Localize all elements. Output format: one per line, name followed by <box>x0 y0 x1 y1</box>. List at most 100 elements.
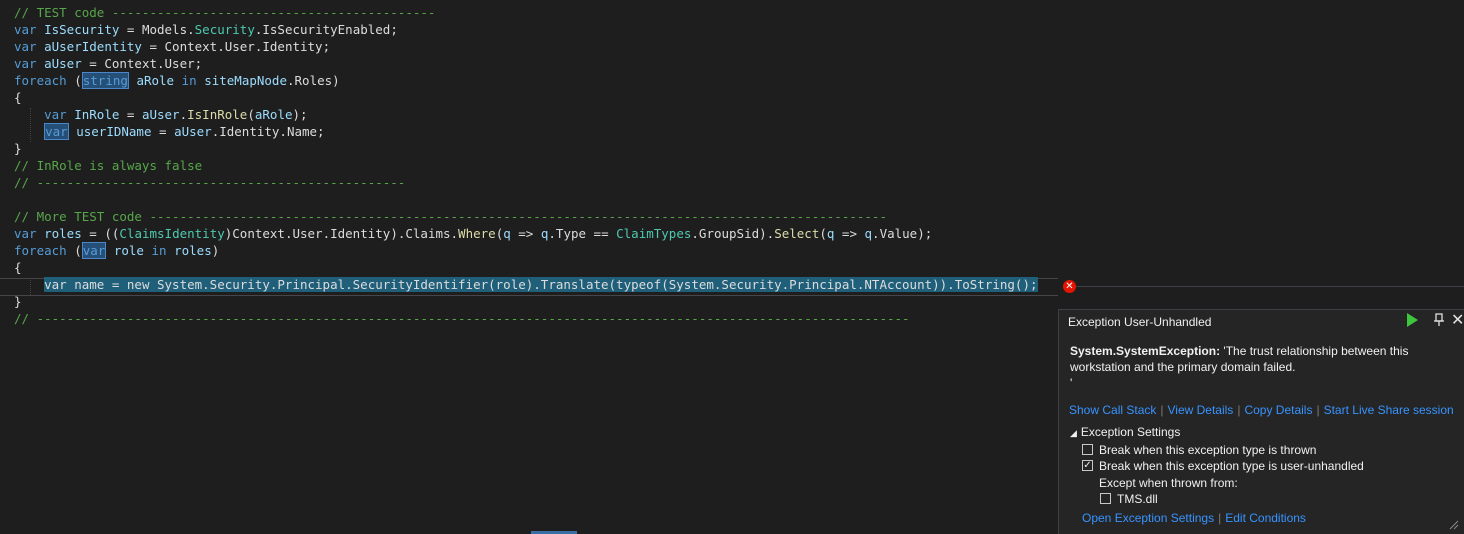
code-token: aUser <box>44 56 82 71</box>
code-token: .GroupSid). <box>691 226 775 241</box>
start-live-share-link[interactable]: Start Live Share session <box>1324 403 1454 417</box>
code-token: } <box>14 141 22 156</box>
code-token: .Type == <box>548 226 617 241</box>
resize-grip-icon[interactable] <box>1447 518 1459 530</box>
open-exception-settings-link[interactable]: Open Exception Settings <box>1082 511 1214 525</box>
code-line: var userIDName = aUser.Identity.Name; <box>14 123 325 140</box>
code-token: Select <box>774 226 820 241</box>
code-token: ( <box>247 107 255 122</box>
code-token: . <box>179 107 188 122</box>
code-token: // -------------------------------------… <box>14 311 910 326</box>
code-token: var <box>44 107 67 122</box>
code-token: ClaimsIdentity <box>119 226 225 241</box>
code-token: InRole <box>74 107 120 122</box>
code-token: q <box>864 226 873 241</box>
code-token: aUser <box>174 124 212 139</box>
code-token: aRole <box>136 73 175 88</box>
code-token: var <box>14 22 37 37</box>
break-thrown-checkbox[interactable] <box>1082 444 1093 455</box>
code-token: roles <box>174 243 212 258</box>
break-thrown-label: Break when this exception type is thrown <box>1099 443 1317 457</box>
code-token: aRole <box>254 107 293 122</box>
code-token: } <box>14 294 22 309</box>
code-token: foreach <box>14 243 67 258</box>
code-line: } <box>14 140 22 157</box>
exception-links: Show Call Stack | View Details | Copy Detail… <box>1069 403 1454 417</box>
continue-icon[interactable] <box>1407 313 1418 327</box>
error-connector-line <box>1076 286 1464 287</box>
exception-message: System.SystemException: 'The trust relat… <box>1070 343 1440 391</box>
code-token: roles <box>44 226 82 241</box>
code-token: ( <box>819 226 827 241</box>
code-line: // InRole is always false <box>14 157 202 174</box>
except-when-label: Except when thrown from: <box>1099 476 1238 490</box>
code-token: siteMapNode <box>204 73 287 88</box>
code-token: // TEST code ---------------------------… <box>14 5 436 20</box>
exception-type: System.SystemException: <box>1070 344 1221 358</box>
view-details-link[interactable]: View Details <box>1168 403 1234 417</box>
code-line: var IsSecurity = Models.Security.IsSecur… <box>14 21 398 38</box>
exception-helper-panel: Exception User-Unhandled ✕ System.System… <box>1058 309 1464 534</box>
code-token: role <box>113 243 144 258</box>
exception-settings-label: Exception Settings <box>1080 425 1181 439</box>
break-unhandled-label: Break when this exception type is user-u… <box>1099 459 1364 473</box>
code-token: = <box>151 124 175 139</box>
code-token: Where <box>458 226 496 241</box>
exception-settings-header[interactable]: ◢ Exception Settings <box>1070 425 1180 439</box>
code-token: // InRole is always false <box>14 158 203 173</box>
code-token: in <box>181 73 197 88</box>
edit-conditions-link[interactable]: Edit Conditions <box>1225 511 1306 525</box>
error-icon[interactable]: ✕ <box>1063 280 1076 293</box>
code-token: aUserIdentity <box>44 39 142 54</box>
code-token: = Models. <box>119 22 195 37</box>
show-call-stack-link[interactable]: Show Call Stack <box>1069 403 1156 417</box>
pin-icon[interactable] <box>1433 313 1445 327</box>
code-token: ( <box>66 73 82 88</box>
code-line: foreach (var role in roles) <box>14 242 219 259</box>
exception-text-tail: ' <box>1070 376 1073 390</box>
code-line: { <box>14 259 22 276</box>
link-separator: | <box>1237 403 1241 417</box>
code-token: // More TEST code ----------------------… <box>14 209 887 224</box>
code-line: // TEST code ---------------------------… <box>14 4 435 21</box>
exception-title: Exception User-Unhandled <box>1068 315 1212 329</box>
code-line: var name = new System.Security.Principal… <box>14 276 1038 293</box>
code-token: var <box>14 226 37 241</box>
code-token: ( <box>66 243 82 258</box>
break-unhandled-checkbox[interactable]: ✓ <box>1082 460 1093 471</box>
link-separator: | <box>1316 403 1320 417</box>
code-line: // -------------------------------------… <box>14 174 405 191</box>
code-token: q <box>503 226 511 241</box>
code-token: => <box>510 226 541 241</box>
copy-details-link[interactable]: Copy Details <box>1244 403 1312 417</box>
code-token: var <box>14 39 37 54</box>
code-token: var <box>44 123 69 140</box>
code-line: { <box>14 89 22 106</box>
exception-bottom-links: Open Exception Settings | Edit Conditions <box>1082 511 1306 525</box>
tms-dll-checkbox[interactable] <box>1100 493 1111 504</box>
code-token: var <box>14 56 37 71</box>
code-token: userIDName <box>76 124 152 139</box>
code-token: .Value); <box>872 226 933 241</box>
code-token: ClaimTypes <box>616 226 692 241</box>
link-separator: | <box>1218 511 1222 525</box>
code-token: .Roles) <box>287 73 340 88</box>
code-token: = (( <box>81 226 120 241</box>
code-token: aUser <box>141 107 180 122</box>
code-token: string <box>81 72 129 89</box>
code-token: = Context.User.Identity; <box>141 39 331 54</box>
code-line: var aUserIdentity = Context.User.Identit… <box>14 38 330 55</box>
code-line: var roles = ((ClaimsIdentity)Context.Use… <box>14 225 932 242</box>
collapse-triangle-icon[interactable]: ◢ <box>1070 428 1077 438</box>
code-token: { <box>14 260 22 275</box>
code-line: var InRole = aUser.IsInRole(aRole); <box>14 106 307 123</box>
code-line: // More TEST code ----------------------… <box>14 208 887 225</box>
close-icon[interactable]: ✕ <box>1451 310 1464 330</box>
code-token: IsSecurity <box>44 22 120 37</box>
code-token: .Identity.Name; <box>211 124 325 139</box>
